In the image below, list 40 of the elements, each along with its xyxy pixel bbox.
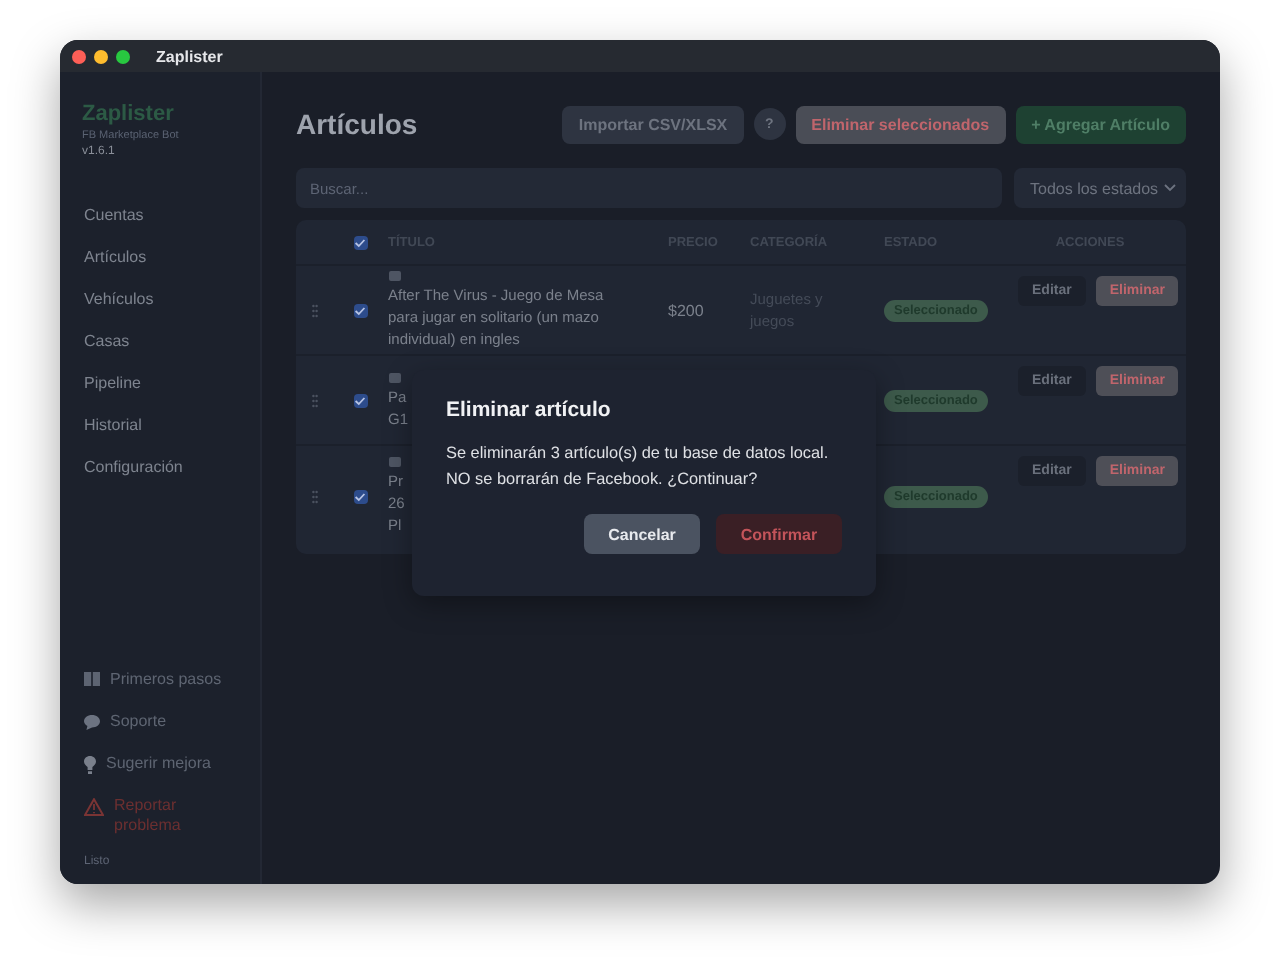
sidebar-item[interactable]: Vehículos	[60, 278, 260, 320]
sidebar-link[interactable]: Soporte	[60, 702, 260, 744]
toolbar-button[interactable]: Eliminar seleccionados	[795, 105, 1006, 143]
drag-handle-icon[interactable]	[311, 393, 317, 407]
chat-bubble-icon	[84, 714, 100, 730]
warning-icon	[84, 798, 104, 816]
item-icon	[388, 371, 402, 383]
zoom-button[interactable]	[116, 49, 130, 63]
page-title: Artículos	[296, 108, 418, 140]
chevron-down-icon	[1164, 184, 1176, 192]
app-name: Zaplister	[80, 102, 176, 126]
row-checkbox[interactable]	[353, 489, 367, 503]
sidebar-link[interactable]: Primeros pasos	[60, 660, 260, 702]
dialog-title: Eliminar artículo	[446, 398, 613, 422]
sidebar-item[interactable]: Pipeline	[60, 362, 260, 404]
row-checkbox[interactable]	[353, 393, 367, 407]
dialog-message: Se eliminarán 3 artículo(s) de tu base de datos local. NO se borrarán de Facebook. ¿Continuar?	[446, 442, 831, 491]
toolbar-button[interactable]: + Agregar Artículo	[1015, 105, 1186, 143]
item-icon	[388, 456, 402, 468]
sidebar-item[interactable]: Configuración	[60, 446, 260, 488]
drag-handle-icon[interactable]	[311, 489, 317, 503]
sidebar-item[interactable]: Artículos	[60, 236, 260, 278]
book-icon	[84, 672, 100, 686]
status-dropdown[interactable]: Todos los estados	[1014, 168, 1186, 208]
sidebar-item[interactable]: Casas	[60, 320, 260, 362]
window-title: Zaplister	[156, 47, 223, 65]
lightbulb-icon	[84, 756, 96, 774]
close-button[interactable]	[72, 49, 86, 63]
item-price: $200	[668, 301, 706, 319]
cancel-button[interactable]: Cancelar	[584, 514, 700, 554]
sidebar-item[interactable]: Historial	[60, 404, 260, 446]
minimize-button[interactable]	[94, 49, 108, 63]
drag-handle-icon[interactable]	[311, 303, 317, 317]
item-icon	[388, 270, 402, 282]
toolbar-button[interactable]: Importar CSV/XLSX	[562, 105, 744, 143]
select-all-checkbox[interactable]	[353, 235, 367, 249]
row-checkbox[interactable]	[353, 303, 367, 317]
sidebar-item[interactable]: Cuentas	[60, 194, 260, 236]
confirm-button[interactable]: Confirmar	[716, 514, 842, 554]
sidebar-link[interactable]: Sugerir mejora	[60, 744, 260, 786]
